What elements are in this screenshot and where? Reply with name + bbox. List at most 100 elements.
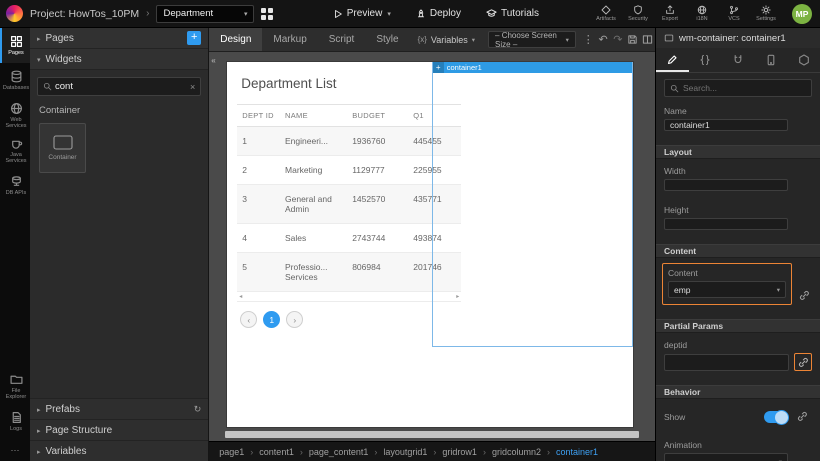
widget-search-input[interactable] [55, 81, 187, 92]
variables-section-header[interactable]: Variables [30, 440, 208, 461]
tab-conditions[interactable] [787, 48, 820, 72]
canvas-horizontal-scrollbar[interactable] [225, 431, 639, 438]
width-input[interactable] [664, 179, 788, 191]
tab-script[interactable]: Script [318, 28, 366, 51]
pages-section-header[interactable]: Pages + [30, 28, 208, 49]
deptid-input[interactable] [664, 354, 789, 371]
add-page-button[interactable]: + [187, 31, 201, 45]
tab-events[interactable] [722, 48, 755, 72]
breadcrumb-item[interactable]: gridrow1 [442, 447, 492, 457]
play-icon [333, 9, 343, 19]
column-header[interactable]: BUDGET [347, 105, 408, 127]
rail-item-file-explorer[interactable]: File Explorer [0, 369, 30, 404]
show-bind-icon[interactable] [794, 408, 810, 424]
screen-size-dropdown[interactable]: – Choose Screen Size – ▾ [488, 31, 576, 48]
name-input[interactable] [664, 119, 788, 131]
breadcrumb-item-current[interactable]: container1 [556, 447, 598, 457]
tab-properties[interactable] [656, 48, 689, 72]
deptid-bind-icon[interactable] [794, 353, 812, 371]
widgets-section-header[interactable]: Widgets [30, 49, 208, 70]
security-button[interactable]: Security [623, 5, 653, 22]
add-widget-icon[interactable] [433, 62, 444, 73]
container-selection-tag[interactable]: container1 [433, 62, 632, 73]
table-row[interactable]: 2 Marketing 1129777 225955 [237, 156, 461, 185]
clear-search-icon[interactable] [190, 82, 195, 92]
page-structure-section-header[interactable]: Page Structure [30, 419, 208, 440]
container-widget-tile[interactable]: Container [39, 123, 86, 173]
more-options-icon[interactable] [581, 28, 596, 51]
table-row[interactable]: 4 Sales 2743744 493874 [237, 224, 461, 253]
collapse-left-panel-icon[interactable] [211, 56, 215, 65]
rail-label: File Explorer [2, 388, 30, 400]
table-row[interactable]: 3 General and Admin 1452570 435771 [237, 185, 461, 224]
rail-item-web-services[interactable]: Web Services [0, 98, 30, 133]
refresh-icon[interactable] [194, 404, 202, 415]
tutorials-button[interactable]: Tutorials [486, 8, 539, 19]
undo-icon[interactable] [596, 28, 611, 51]
breadcrumb-item[interactable]: page_content1 [309, 447, 384, 457]
layout-section-header[interactable]: Layout [656, 145, 820, 159]
page-selector-dropdown[interactable]: Department ▾ [156, 5, 254, 23]
behavior-section-header[interactable]: Behavior [656, 385, 820, 399]
content-bind-icon[interactable] [796, 287, 812, 303]
column-header[interactable]: NAME [280, 105, 347, 127]
content-field-row: Content emp ▾ [662, 263, 812, 305]
tab-markup[interactable]: Markup [262, 28, 317, 51]
prefabs-label: Prefabs [46, 404, 80, 415]
rail-more-button[interactable] [0, 439, 30, 461]
tab-design[interactable]: Design [209, 28, 262, 51]
breadcrumb-item[interactable]: layoutgrid1 [383, 447, 442, 457]
i18n-button[interactable]: i18N [687, 5, 717, 22]
cell: 3 [237, 185, 280, 224]
content-section-header[interactable]: Content [656, 244, 820, 258]
tab-styles[interactable] [689, 48, 722, 72]
properties-search-input[interactable] [683, 83, 806, 93]
rail-item-java-services[interactable]: Java Services [0, 133, 30, 168]
variables-dropdown-button[interactable]: Variables ▾ [410, 28, 483, 51]
wavemaker-logo-icon[interactable] [6, 5, 23, 22]
selected-container-outline[interactable]: container1 [432, 62, 633, 347]
rail-item-pages[interactable]: Pages [0, 28, 30, 63]
vcs-button[interactable]: VCS [719, 5, 749, 22]
deptid-label: deptid [664, 340, 812, 350]
rail-item-databases[interactable]: Databases [0, 63, 30, 98]
split-view-icon[interactable] [640, 28, 655, 51]
chevron-right-icon [37, 446, 41, 457]
deploy-button[interactable]: Deploy [416, 8, 461, 19]
preview-button[interactable]: Preview ▾ [333, 8, 391, 19]
height-input[interactable] [664, 218, 788, 230]
redo-icon[interactable] [611, 28, 626, 51]
breadcrumb-item[interactable]: content1 [259, 447, 309, 457]
rail-item-db-apis[interactable]: DB APIs [0, 168, 30, 203]
export-button[interactable]: Export [655, 5, 685, 22]
breadcrumb-item[interactable]: page1 [219, 447, 259, 457]
settings-button[interactable]: Settings [751, 5, 781, 22]
save-icon[interactable] [625, 28, 640, 51]
content-select[interactable]: emp ▾ [668, 281, 786, 298]
artifacts-button[interactable]: Artifacts [591, 5, 621, 22]
breadcrumb-item[interactable]: gridcolumn2 [492, 447, 556, 457]
user-avatar[interactable]: MP [792, 4, 812, 24]
tab-devices[interactable] [754, 48, 787, 72]
animation-select[interactable]: ▾ [664, 453, 788, 461]
rail-item-logs[interactable]: Logs [0, 404, 30, 439]
pages-grid-icon[interactable] [261, 8, 273, 20]
tab-style[interactable]: Style [365, 28, 409, 51]
widget-search-box[interactable] [37, 77, 201, 96]
pagination-prev-button[interactable]: ‹ [240, 311, 257, 328]
column-header[interactable]: DEPT ID [237, 105, 280, 127]
scroll-left-icon[interactable] [239, 293, 242, 300]
show-field-row: Show [664, 408, 810, 426]
caret-down-icon: ▾ [244, 10, 248, 18]
table-row[interactable]: 1 Engineeri... 1936760 445455 [237, 127, 461, 156]
table-row[interactable]: 5 Professio... Services 806984 201746 [237, 253, 461, 292]
prefabs-section-header[interactable]: Prefabs [30, 398, 208, 419]
properties-search-box[interactable] [664, 79, 812, 97]
pagination-page-1-button[interactable]: 1 [263, 311, 280, 328]
cell: Engineeri... [280, 127, 347, 156]
show-toggle[interactable] [764, 411, 788, 423]
design-canvas[interactable]: Department List DEPT ID NAME BUDGET Q1 [227, 62, 633, 427]
table-horizontal-scrollbar[interactable] [237, 292, 461, 302]
partial-params-section-header[interactable]: Partial Params [656, 319, 820, 333]
pagination-next-button[interactable]: › [286, 311, 303, 328]
